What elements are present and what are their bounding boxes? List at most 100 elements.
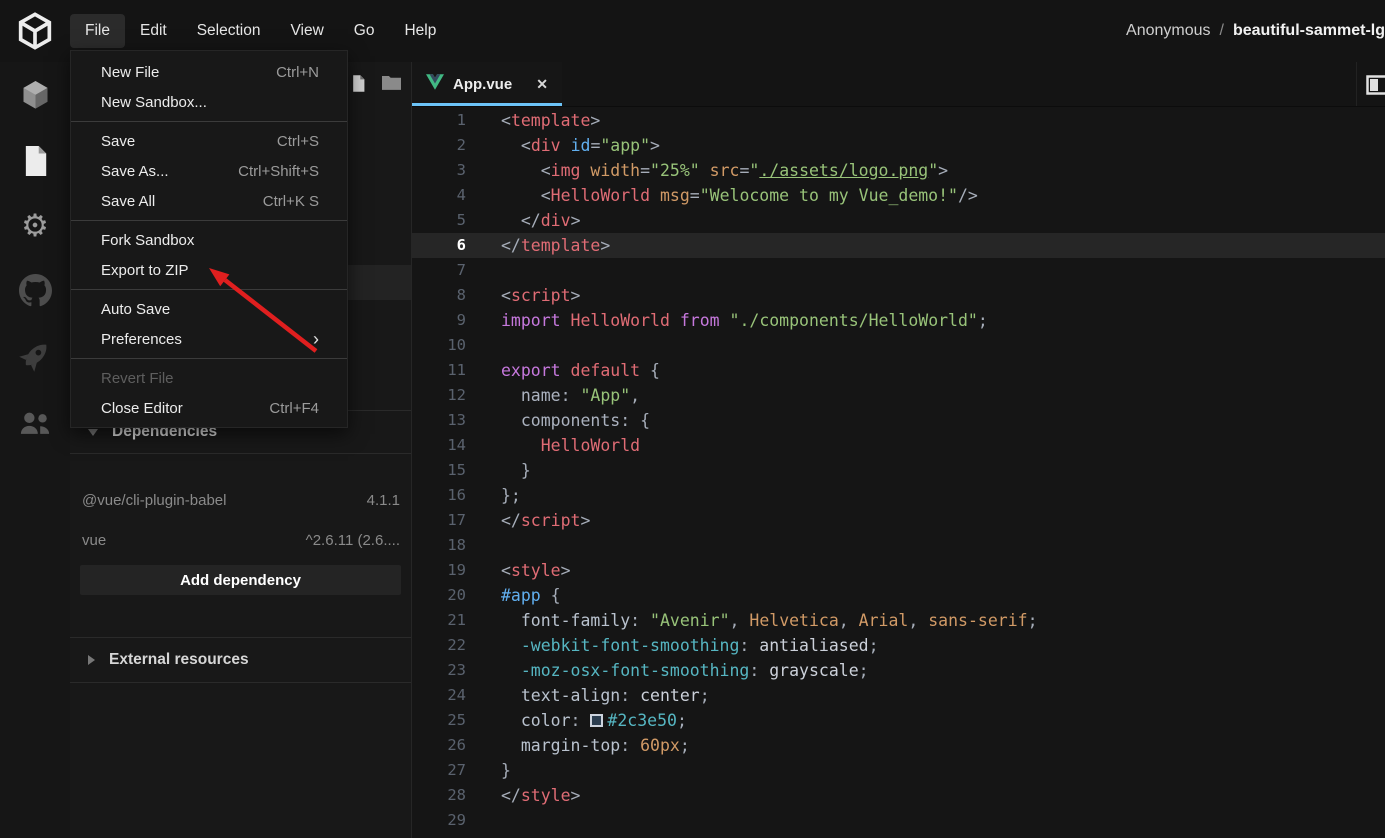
code-line-9[interactable]: 9 import HelloWorld from "./components/He… bbox=[412, 308, 1385, 333]
code-line-17[interactable]: 17 </script> bbox=[412, 508, 1385, 533]
menu-item-close-editor[interactable]: Close Editor Ctrl+F4 bbox=[71, 393, 347, 423]
file-menu-dropdown: New File Ctrl+N New Sandbox... Save Ctrl+S Sa… bbox=[70, 50, 348, 428]
tab-close-icon[interactable]: ✕ bbox=[536, 76, 548, 93]
code-line-21[interactable]: 21 font-family: "Avenir", Helvetica, Ari… bbox=[412, 608, 1385, 633]
line-number: 18 bbox=[447, 536, 466, 554]
codesandbox-window: File Edit Selection View Go Help Anonymous / … bbox=[0, 0, 1385, 838]
line-content: <HelloWorld msg="Welocome to my Vue_demo… bbox=[501, 186, 978, 205]
code-line-6[interactable]: 6 </template> bbox=[412, 233, 1385, 258]
menu-item-preferences[interactable]: Preferences › bbox=[71, 324, 347, 354]
code-line-12[interactable]: 12 name: "App", bbox=[412, 383, 1385, 408]
active-tab-indicator bbox=[412, 103, 562, 106]
code-line-14[interactable]: 14 HelloWorld bbox=[412, 433, 1385, 458]
menu-item-new-file[interactable]: New File Ctrl+N bbox=[71, 57, 347, 87]
dependency-row-vue-cli-plugin-babel[interactable]: @vue/cli-plugin-babel 4.1.1 bbox=[70, 480, 411, 520]
sandbox-name[interactable]: beautiful-sammet-lg bbox=[1233, 22, 1385, 40]
code-line-24[interactable]: 24 text-align: center; bbox=[412, 683, 1385, 708]
code-line-7[interactable]: 7 bbox=[412, 258, 1385, 283]
external-resources-header[interactable]: External resources bbox=[70, 637, 411, 683]
code-line-4[interactable]: 4 <HelloWorld msg="Welocome to my Vue_de… bbox=[412, 183, 1385, 208]
menu-item-label: Auto Save bbox=[101, 300, 171, 318]
line-number: 5 bbox=[456, 211, 466, 229]
menu-item-shortcut: Ctrl+N bbox=[276, 63, 319, 81]
code-line-29[interactable]: 29 bbox=[412, 808, 1385, 833]
code-line-25[interactable]: 25 color: #2c3e50; bbox=[412, 708, 1385, 733]
activity-bar: ⚙ bbox=[0, 62, 70, 838]
code-line-23[interactable]: 23 -moz-osx-font-smoothing: grayscale; bbox=[412, 658, 1385, 683]
code-line-15[interactable]: 15 } bbox=[412, 458, 1385, 483]
editor-split-view-icon[interactable] bbox=[1366, 75, 1385, 100]
breadcrumb: Anonymous / beautiful-sammet-lg bbox=[1126, 0, 1385, 62]
menubar-help[interactable]: Help bbox=[389, 14, 451, 48]
codesandbox-logo-icon[interactable] bbox=[0, 12, 70, 50]
menu-item-save-all[interactable]: Save All Ctrl+K S bbox=[71, 186, 347, 216]
line-number: 23 bbox=[447, 661, 466, 679]
line-number: 24 bbox=[447, 686, 466, 704]
code-line-10[interactable]: 10 bbox=[412, 333, 1385, 358]
user-name[interactable]: Anonymous bbox=[1126, 22, 1211, 40]
tab-app-vue[interactable]: App.vue ✕ bbox=[412, 62, 562, 106]
code-line-5[interactable]: 5 </div> bbox=[412, 208, 1385, 233]
menubar-edit[interactable]: Edit bbox=[125, 14, 182, 48]
menubar-go[interactable]: Go bbox=[339, 14, 390, 48]
chevron-down-icon bbox=[88, 428, 98, 436]
menu-item-new-sandbox[interactable]: New Sandbox... bbox=[71, 87, 347, 117]
menu-item-save[interactable]: Save Ctrl+S bbox=[71, 126, 347, 156]
sandbox-cube-icon[interactable] bbox=[0, 78, 70, 114]
code-line-22[interactable]: 22 -webkit-font-smoothing: antialiased; bbox=[412, 633, 1385, 658]
css-color-swatch[interactable] bbox=[590, 714, 604, 727]
menu-item-auto-save[interactable]: Auto Save bbox=[71, 294, 347, 324]
code-line-16[interactable]: 16}; bbox=[412, 483, 1385, 508]
menubar-file[interactable]: File bbox=[70, 14, 125, 48]
code-line-27[interactable]: 27} bbox=[412, 758, 1385, 783]
files-icon[interactable] bbox=[0, 143, 70, 179]
menu-item-label: Save As... bbox=[101, 162, 169, 180]
line-content: text-align: center; bbox=[520, 686, 710, 705]
settings-gear-icon[interactable]: ⚙ bbox=[0, 208, 70, 244]
github-icon[interactable] bbox=[0, 272, 70, 308]
rocket-icon[interactable] bbox=[0, 338, 70, 374]
menubar-view[interactable]: View bbox=[275, 14, 338, 48]
line-number: 7 bbox=[456, 261, 466, 279]
code-line-20[interactable]: 20 #app { bbox=[412, 583, 1385, 608]
new-file-icon[interactable] bbox=[352, 75, 365, 97]
code-line-3[interactable]: 3 <img width="25%" src="./assets/logo.pn… bbox=[412, 158, 1385, 183]
code-editor[interactable]: 1 <template> 2 <div id="app"> 3 <img width=… bbox=[412, 108, 1385, 838]
line-content: </template> bbox=[501, 236, 611, 255]
code-line-1[interactable]: 1 <template> bbox=[412, 108, 1385, 133]
line-content: } bbox=[501, 761, 511, 780]
line-number: 3 bbox=[456, 161, 466, 179]
code-line-11[interactable]: 11 export default { bbox=[412, 358, 1385, 383]
dependency-row-vue[interactable]: vue ^2.6.11 (2.6.... bbox=[70, 520, 411, 560]
code-line-2[interactable]: 2 <div id="app"> bbox=[412, 133, 1385, 158]
code-line-28[interactable]: 28 </style> bbox=[412, 783, 1385, 808]
menu-item-export-to-zip[interactable]: Export to ZIP bbox=[71, 255, 347, 285]
code-line-8[interactable]: 8 <script> bbox=[412, 283, 1385, 308]
line-content: } bbox=[501, 461, 531, 480]
line-number: 16 bbox=[447, 486, 466, 504]
code-line-19[interactable]: 19 <style> bbox=[412, 558, 1385, 583]
dependency-name: @vue/cli-plugin-babel bbox=[82, 491, 227, 509]
line-content: export default { bbox=[501, 361, 660, 380]
line-number: 28 bbox=[447, 786, 466, 804]
line-number: 29 bbox=[447, 811, 466, 829]
menu-item-shortcut: Ctrl+S bbox=[276, 132, 319, 150]
menu-item-label: New Sandbox... bbox=[101, 93, 207, 111]
code-line-26[interactable]: 26 margin-top: 60px; bbox=[412, 733, 1385, 758]
menubar-selection[interactable]: Selection bbox=[182, 14, 276, 48]
menu-item-label: Save bbox=[101, 132, 136, 150]
menu-item-save-as[interactable]: Save As... Ctrl+Shift+S bbox=[71, 156, 347, 186]
new-folder-icon[interactable] bbox=[382, 75, 401, 95]
menu-separator bbox=[71, 289, 347, 290]
menu-separator bbox=[71, 220, 347, 221]
code-line-13[interactable]: 13 components: { bbox=[412, 408, 1385, 433]
line-number: 26 bbox=[447, 736, 466, 754]
add-dependency-button[interactable]: Add dependency bbox=[80, 565, 401, 595]
line-content: }; bbox=[501, 486, 521, 505]
code-line-18[interactable]: 18 bbox=[412, 533, 1385, 558]
dependency-list: @vue/cli-plugin-babel 4.1.1 vue ^2.6.11 (2.… bbox=[70, 454, 411, 560]
menu-item-shortcut: Ctrl+Shift+S bbox=[238, 162, 319, 180]
menu-item-label: New File bbox=[101, 63, 160, 81]
live-users-icon[interactable] bbox=[0, 405, 70, 441]
menu-item-fork-sandbox[interactable]: Fork Sandbox bbox=[71, 225, 347, 255]
